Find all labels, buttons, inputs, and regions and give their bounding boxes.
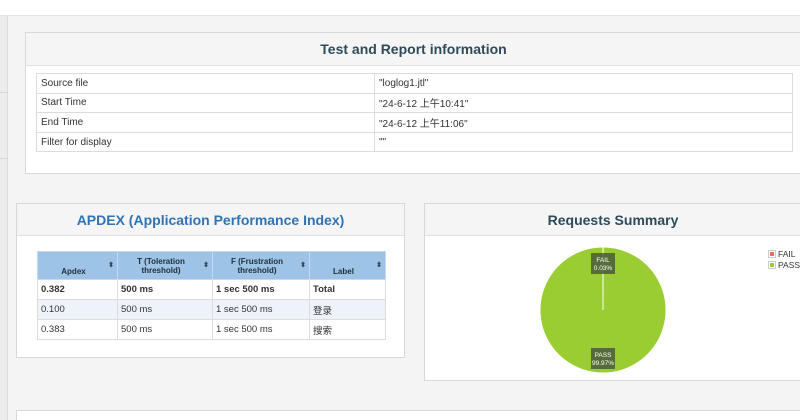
header-label: F (Frustration threshold) bbox=[231, 256, 283, 275]
apdex-panel: APDEX (Application Performance Index) Ap… bbox=[16, 203, 405, 358]
info-value: "24-6-12 上午10:41" bbox=[374, 92, 793, 114]
apdex-cell: 0.382 bbox=[37, 279, 118, 300]
pie-data-label-name: PASS bbox=[595, 352, 613, 359]
sidebar-divider bbox=[0, 92, 8, 93]
requests-pie-chart[interactable]: FAIL0.03% PASS99.97% bbox=[539, 246, 667, 374]
column-header-toleration[interactable]: T (Toleration threshold) ⬍ bbox=[117, 251, 213, 280]
apdex-cell: 0.100 bbox=[37, 299, 118, 320]
sort-icon: ⬍ bbox=[376, 262, 382, 269]
sort-icon: ⬍ bbox=[300, 262, 306, 269]
test-report-info-panel: Test and Report information Source file … bbox=[25, 32, 800, 174]
label-cell: Total bbox=[309, 279, 386, 300]
frustration-cell: 1 sec 500 ms bbox=[212, 319, 310, 340]
table-row: Source file "loglog1.jtl" bbox=[36, 73, 793, 94]
table-row: 0.100 500 ms 1 sec 500 ms 登录 bbox=[37, 299, 386, 320]
panel-title: APDEX (Application Performance Index) bbox=[17, 204, 404, 236]
column-header-apdex[interactable]: Apdex ⬍ bbox=[37, 251, 118, 280]
header-label: T (Toleration threshold) bbox=[137, 256, 185, 275]
sort-icon: ⬍ bbox=[108, 262, 114, 269]
table-row: 0.383 500 ms 1 sec 500 ms 搜索 bbox=[37, 319, 386, 340]
table-row: 0.382 500 ms 1 sec 500 ms Total bbox=[37, 279, 386, 300]
frustration-cell: 1 sec 500 ms bbox=[212, 279, 310, 300]
label-cell: 登录 bbox=[309, 299, 386, 320]
info-value: "" bbox=[374, 131, 793, 153]
apdex-table: Apdex ⬍ T (Toleration threshold) ⬍ F (Fr… bbox=[37, 251, 386, 340]
info-key: End Time bbox=[36, 112, 375, 133]
sort-icon: ⬍ bbox=[203, 262, 209, 269]
toleration-cell: 500 ms bbox=[117, 279, 213, 300]
pie-legend: FAIL PASS bbox=[768, 248, 800, 270]
panel-title: Requests Summary bbox=[425, 204, 800, 236]
frustration-cell: 1 sec 500 ms bbox=[212, 299, 310, 320]
legend-item-pass[interactable]: PASS bbox=[768, 259, 800, 270]
table-row: Start Time "24-6-12 上午10:41" bbox=[36, 92, 793, 114]
panel-title: Test and Report information bbox=[26, 33, 800, 66]
pie-data-label-value: 99.97% bbox=[592, 360, 614, 367]
pie-data-label-value: 0.03% bbox=[594, 265, 613, 272]
toleration-cell: 500 ms bbox=[117, 299, 213, 320]
label-cell: 搜索 bbox=[309, 319, 386, 340]
info-value: "24-6-12 上午11:06" bbox=[374, 112, 793, 133]
column-header-label[interactable]: Label ⬍ bbox=[309, 251, 386, 280]
toleration-cell: 500 ms bbox=[117, 319, 213, 340]
info-value: "loglog1.jtl" bbox=[374, 73, 793, 94]
legend-label: PASS bbox=[778, 259, 800, 270]
requests-summary-panel: Requests Summary FAIL 0.03% PASS 99.97% FAI… bbox=[424, 203, 800, 381]
header-label: Apdex bbox=[61, 267, 86, 276]
top-navbar bbox=[0, 0, 800, 16]
pie-data-label-fail: FAIL0.03% bbox=[591, 253, 615, 274]
next-panel bbox=[16, 410, 800, 420]
legend-swatch-pass bbox=[768, 260, 776, 269]
info-key: Source file bbox=[36, 73, 375, 94]
table-row: Filter for display "" bbox=[36, 131, 793, 153]
column-header-frustration[interactable]: F (Frustration threshold) ⬍ bbox=[212, 251, 310, 280]
legend-item-fail[interactable]: FAIL bbox=[768, 248, 800, 259]
apdex-cell: 0.383 bbox=[37, 319, 118, 340]
header-label: Label bbox=[333, 267, 354, 276]
legend-label: FAIL bbox=[778, 248, 796, 259]
info-table: Source file "loglog1.jtl" Start Time "24… bbox=[36, 73, 793, 153]
info-key: Filter for display bbox=[36, 131, 375, 153]
pie-data-label-name: FAIL bbox=[596, 257, 610, 264]
table-row: End Time "24-6-12 上午11:06" bbox=[36, 112, 793, 133]
pie-data-label-pass: PASS99.97% bbox=[591, 348, 615, 369]
legend-swatch-fail bbox=[768, 249, 776, 258]
sidebar bbox=[0, 16, 8, 420]
sidebar-divider bbox=[0, 158, 8, 159]
info-key: Start Time bbox=[36, 92, 375, 114]
